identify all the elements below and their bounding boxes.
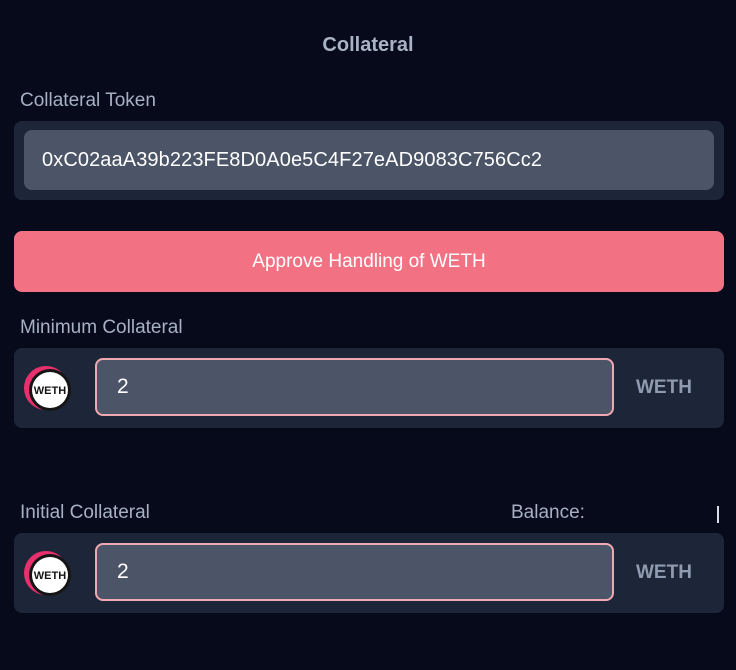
svg-text:WETH: WETH: [34, 385, 66, 397]
minimum-collateral-label: Minimum Collateral: [20, 317, 183, 338]
initial-collateral-input[interactable]: [95, 543, 614, 601]
minimum-collateral-unit: WETH: [636, 377, 692, 398]
approve-button[interactable]: Approve Handling of WETH: [14, 231, 724, 292]
initial-collateral-label: Initial Collateral: [20, 502, 150, 523]
balance-label: Balance:: [511, 502, 585, 523]
weth-token-icon: WETH: [24, 551, 71, 596]
collateral-token-field[interactable]: 0xC02aaA39b223FE8D0A0e5C4F27eAD9083C756C…: [24, 130, 714, 190]
collateral-token-label: Collateral Token: [20, 90, 156, 111]
svg-text:WETH: WETH: [34, 570, 66, 582]
collateral-token-panel: 0xC02aaA39b223FE8D0A0e5C4F27eAD9083C756C…: [14, 121, 724, 200]
minimum-collateral-panel: WETH WETH: [14, 348, 724, 428]
initial-collateral-panel: WETH WETH: [14, 533, 724, 613]
balance-value-marker: [717, 506, 719, 523]
initial-collateral-unit: WETH: [636, 562, 692, 583]
weth-token-icon: WETH: [24, 366, 71, 411]
page-title: Collateral: [322, 34, 414, 56]
minimum-collateral-input[interactable]: [95, 358, 614, 416]
